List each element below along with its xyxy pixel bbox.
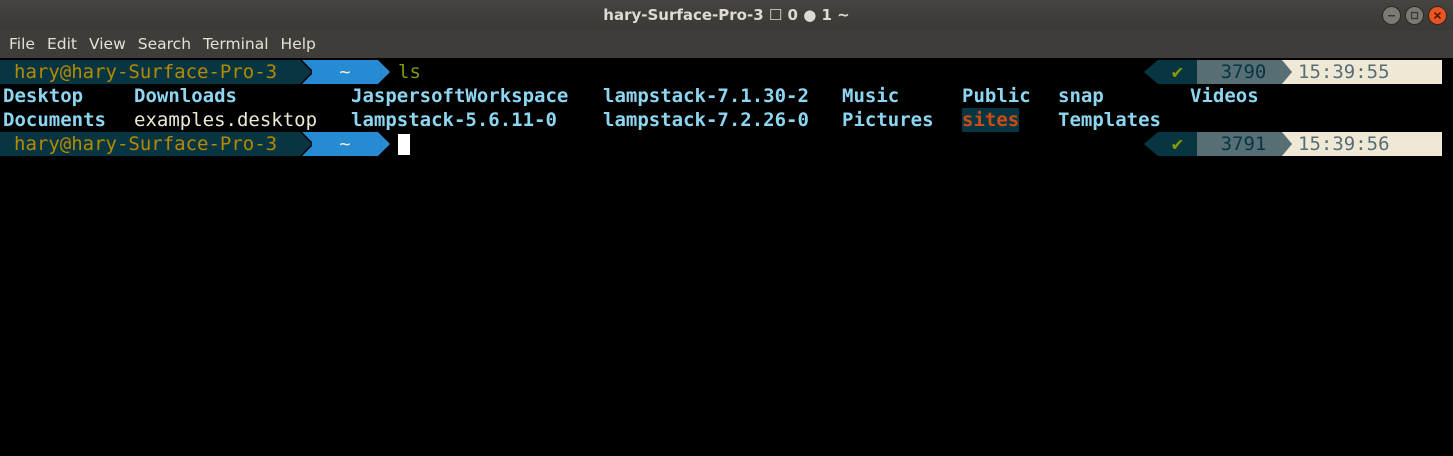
title-bar[interactable]: hary-Surface-Pro-3 ☐ 0 ● 1 ~ — [0, 0, 1453, 30]
prompt-line: hary@hary-Surface-Pro-3 ~ ls ✔ 3790 15:3… — [0, 60, 1453, 84]
listing-entry-lampstack-7226: lampstack-7.2.26-0 — [603, 109, 809, 131]
close-button[interactable] — [1428, 6, 1447, 25]
window-controls — [1382, 6, 1447, 25]
segment-end-icon — [378, 60, 390, 84]
menu-view[interactable]: View — [83, 30, 132, 58]
listing-entry-downloads: Downloads — [134, 85, 237, 107]
listing-entry-videos: Videos — [1190, 85, 1259, 107]
maximize-button[interactable] — [1405, 6, 1424, 25]
prompt-time-value: 15:39:56 — [1298, 133, 1390, 155]
listing-entry-desktop: Desktop — [3, 85, 84, 107]
segment-end-icon — [378, 132, 390, 156]
prompt-time: 15:39:56 — [1292, 132, 1442, 156]
prompt-user: hary@hary-Surface-Pro-3 — [0, 60, 300, 84]
menu-edit[interactable]: Edit — [41, 30, 83, 58]
prompt-line: hary@hary-Surface-Pro-3 ~ ✔ 3791 15:39:5… — [0, 132, 1453, 156]
listing-row: Documents examples.desktop lampstack-5.6… — [0, 108, 1453, 132]
prompt-time: 15:39:55 — [1292, 60, 1442, 84]
check-icon: ✔ — [1158, 60, 1197, 84]
window-title: hary-Surface-Pro-3 ☐ 0 ● 1 ~ — [603, 6, 850, 24]
segment-start-icon — [1144, 132, 1158, 156]
menu-bar: File Edit View Search Terminal Help — [0, 30, 1453, 58]
listing-entry-examples-desktop: examples.desktop — [134, 109, 318, 131]
prompt-dir: ~ — [312, 132, 378, 156]
menu-search[interactable]: Search — [132, 30, 197, 58]
segment-start-icon — [1144, 60, 1158, 84]
listing-entry-lampstack-7130: lampstack-7.1.30-2 — [603, 85, 809, 107]
listing-entry-templates: Templates — [1058, 109, 1161, 131]
listing-entry-pictures: Pictures — [842, 109, 934, 131]
listing-entry-music: Music — [842, 85, 900, 107]
prompt-user: hary@hary-Surface-Pro-3 — [0, 132, 300, 156]
segment-separator-icon — [1282, 132, 1292, 156]
menu-file[interactable]: File — [3, 30, 41, 58]
prompt-dir: ~ — [312, 60, 378, 84]
listing-row: Desktop Downloads JaspersoftWorkspace la… — [0, 84, 1453, 108]
listing-entry-public: Public — [962, 85, 1031, 107]
listing-entry-sites: sites — [962, 108, 1020, 132]
history-number: 3790 — [1197, 60, 1282, 84]
close-icon — [1433, 11, 1442, 20]
command-text: ls — [398, 61, 421, 83]
listing-entry-documents: Documents — [3, 109, 106, 131]
listing-entry-jaspersoft: JaspersoftWorkspace — [351, 85, 569, 107]
minimize-icon — [1388, 15, 1395, 17]
prompt-time-value: 15:39:55 — [1298, 61, 1390, 83]
maximize-icon — [1410, 11, 1419, 20]
history-number: 3791 — [1197, 132, 1282, 156]
check-icon: ✔ — [1158, 132, 1197, 156]
minimize-button[interactable] — [1382, 6, 1401, 25]
menu-help[interactable]: Help — [275, 30, 322, 58]
listing-entry-snap: snap — [1058, 85, 1104, 107]
text-cursor[interactable] — [398, 134, 410, 155]
segment-separator-icon — [1282, 60, 1292, 84]
menu-terminal[interactable]: Terminal — [197, 30, 275, 58]
terminal-area[interactable]: hary@hary-Surface-Pro-3 ~ ls ✔ 3790 15:3… — [0, 58, 1453, 456]
listing-entry-lampstack-5611: lampstack-5.6.11-0 — [351, 109, 557, 131]
terminal-window: hary-Surface-Pro-3 ☐ 0 ● 1 ~ File Edit V… — [0, 0, 1453, 456]
